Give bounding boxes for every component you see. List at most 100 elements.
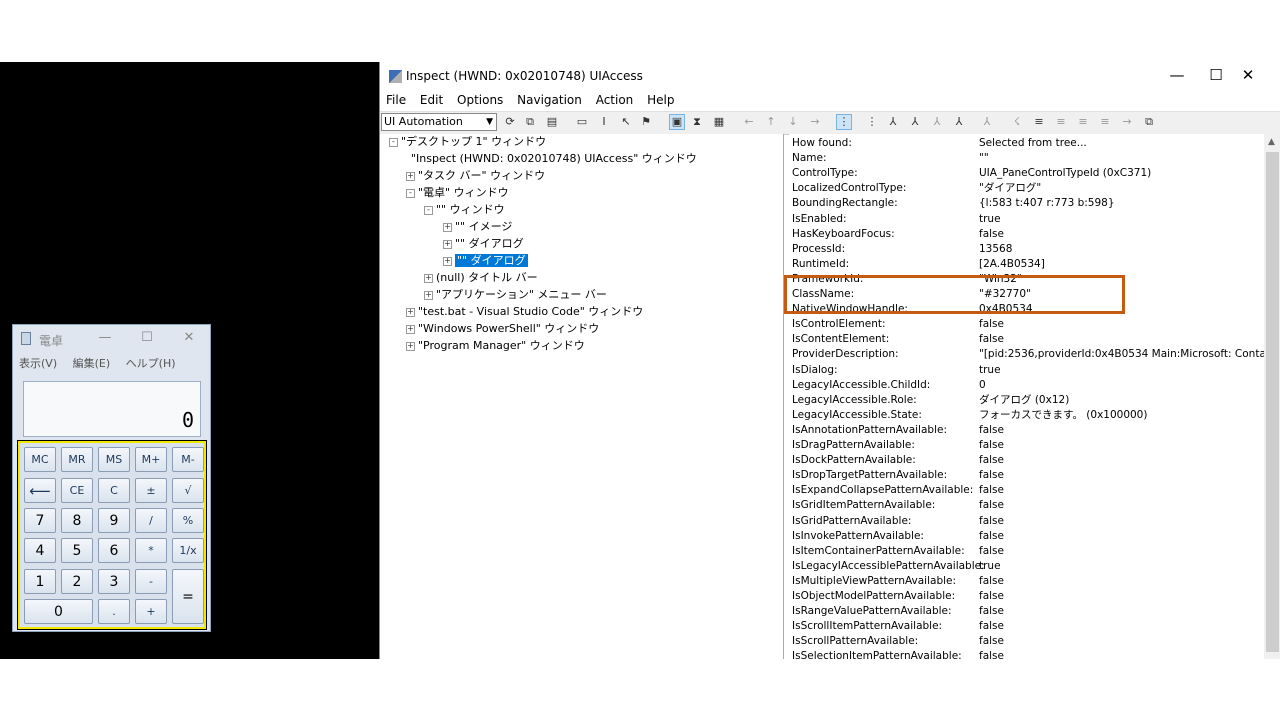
key-1[interactable]: 1 <box>24 569 56 594</box>
property-row[interactable]: IsGridItemPatternAvailable: false <box>792 498 1264 513</box>
key-8[interactable]: 8 <box>61 508 93 533</box>
select-icon[interactable]: ≡ <box>1076 115 1090 129</box>
tree-node-selected[interactable]: + "" ダイアログ <box>443 253 528 269</box>
expand-toggle[interactable]: + <box>406 324 415 334</box>
tree-node[interactable]: + (null) タイトル バー <box>424 270 538 286</box>
tree-node[interactable]: + "Program Manager" ウィンドウ <box>406 338 585 354</box>
key-6[interactable]: 6 <box>98 538 130 563</box>
nav-parent-icon[interactable]: ⋮ <box>865 115 879 129</box>
tree-node[interactable]: - "デスクトップ 1" ウィンドウ <box>389 134 546 150</box>
property-row[interactable]: IsRangeValuePatternAvailable: false <box>792 604 1264 619</box>
tree-node[interactable]: - "" ウィンドウ <box>424 202 505 218</box>
expand-toggle[interactable]: + <box>424 273 433 283</box>
expand-toggle[interactable]: + <box>443 239 452 249</box>
minimize-button[interactable]: — <box>95 330 115 345</box>
property-row[interactable]: IsContentElement: false <box>792 332 1264 347</box>
arrow-left-icon[interactable]: ← <box>742 115 756 129</box>
tree-node[interactable]: + "" ダイアログ <box>443 236 524 252</box>
scroll-thumb[interactable] <box>1266 152 1279 652</box>
property-row[interactable]: IsGridPatternAvailable: false <box>792 514 1264 529</box>
property-row[interactable]: RuntimeId: [2A.4B0534] <box>792 257 1264 272</box>
property-row[interactable]: HasKeyboardFocus: false <box>792 227 1264 242</box>
menu-options[interactable]: Options <box>457 93 503 107</box>
menu-navigation[interactable]: Navigation <box>517 93 582 107</box>
refresh-icon[interactable]: ⟳ <box>503 115 517 129</box>
menu-edit[interactable]: 編集(E) <box>73 357 111 370</box>
key-0[interactable]: 0 <box>24 599 93 624</box>
property-row[interactable]: IsScrollPatternAvailable: false <box>792 634 1264 649</box>
tree-node[interactable]: "Inspect (HWND: 0x02010748) UIAccess" ウィ… <box>411 151 697 167</box>
arrow-up-icon[interactable]: ↑ <box>764 115 778 129</box>
highlight-rect-icon[interactable]: ▣ <box>669 114 685 130</box>
key-ms[interactable]: MS <box>98 447 130 472</box>
scroll-up-icon[interactable]: ▲ <box>1268 137 1275 147</box>
expand-toggle[interactable]: + <box>406 171 415 181</box>
property-row[interactable]: IsDockPatternAvailable: false <box>792 453 1264 468</box>
tree-node[interactable]: + "Windows PowerShell" ウィンドウ <box>406 321 599 337</box>
key-mr[interactable]: MR <box>61 447 93 472</box>
property-row[interactable]: IsAnnotationPatternAvailable: false <box>792 423 1264 438</box>
property-row[interactable]: LegacyIAccessible.ChildId: 0 <box>792 378 1264 393</box>
tree-node[interactable]: + "" イメージ <box>443 219 512 235</box>
toggle-icon[interactable]: → <box>1120 115 1134 129</box>
property-row[interactable]: LegacyIAccessible.Role: ダイアログ (0x12) <box>792 393 1264 408</box>
key-m-minus[interactable]: M- <box>172 447 204 472</box>
key-ce[interactable]: CE <box>61 478 93 503</box>
menu-action[interactable]: Action <box>596 93 634 107</box>
key-add[interactable]: + <box>135 599 167 624</box>
key-c[interactable]: C <box>98 478 130 503</box>
property-row[interactable]: IsObjectModelPatternAvailable: false <box>792 589 1264 604</box>
properties-icon[interactable]: ▤ <box>545 115 559 129</box>
expand-toggle[interactable]: + <box>424 290 433 300</box>
property-row[interactable]: IsExpandCollapsePatternAvailable: false <box>792 483 1264 498</box>
copy-icon[interactable]: ⧉ <box>523 115 537 129</box>
nav-first-child-icon[interactable]: ⅄ <box>886 115 900 129</box>
property-row[interactable]: IsInvokePatternAvailable: false <box>792 529 1264 544</box>
nav-prev-sibling-icon[interactable]: ⅄ <box>930 115 944 129</box>
tree-node[interactable]: - "電卓" ウィンドウ <box>406 185 509 201</box>
key-4[interactable]: 4 <box>24 538 56 563</box>
watch-focus-icon[interactable]: ⚑ <box>639 115 653 129</box>
property-row[interactable]: ControlType: UIA_PaneControlTypeId (0xC37… <box>792 166 1264 181</box>
property-row[interactable]: IsScrollItemPatternAvailable: false <box>792 619 1264 634</box>
key-reciprocal[interactable]: 1/x <box>172 538 204 563</box>
key-multiply[interactable]: * <box>135 538 167 563</box>
key-equals[interactable]: = <box>172 569 204 624</box>
tree-node[interactable]: + "タスク バー" ウィンドウ <box>406 168 545 184</box>
menu-file[interactable]: File <box>386 93 406 107</box>
key-m-plus[interactable]: M+ <box>135 447 167 472</box>
nav-last-child-icon[interactable]: ⅄ <box>952 115 966 129</box>
expand-toggle[interactable]: + <box>406 307 415 317</box>
collapse-icon[interactable]: ≡ <box>1054 115 1068 129</box>
property-row[interactable]: LocalizedControlType: "ダイアログ" <box>792 181 1264 196</box>
expand-toggle[interactable]: + <box>406 341 415 351</box>
expand-toggle[interactable]: + <box>443 222 452 232</box>
mode-select[interactable]: UI Automation ▼ <box>381 113 497 131</box>
pointer-icon[interactable]: ↖ <box>619 115 633 129</box>
key-decimal[interactable]: . <box>98 599 130 624</box>
key-plus-minus[interactable]: ± <box>135 478 167 503</box>
key-7[interactable]: 7 <box>24 508 56 533</box>
key-3[interactable]: 3 <box>98 569 130 594</box>
close-button[interactable]: ✕ <box>179 330 199 345</box>
tree-view-icon[interactable]: ⋮ <box>836 114 852 130</box>
menu-view[interactable]: 表示(V) <box>19 357 57 370</box>
property-row[interactable]: BoundingRectangle: {l:583 t:407 r:773 b:5… <box>792 196 1264 211</box>
property-row[interactable]: Name: "" <box>792 151 1264 166</box>
property-row[interactable]: IsItemContainerPatternAvailable: false <box>792 544 1264 559</box>
key-backspace[interactable]: ⟵ <box>24 478 56 503</box>
expand-icon[interactable]: ≡ <box>1032 115 1046 129</box>
collapse-toggle[interactable]: - <box>424 205 433 215</box>
inspect-titlebar[interactable]: Inspect (HWND: 0x02010748) UIAccess — ☐ … <box>380 62 1280 90</box>
property-row[interactable]: IsMultipleViewPatternAvailable: false <box>792 574 1264 589</box>
property-row[interactable]: ProcessId: 13568 <box>792 242 1264 257</box>
menu-help[interactable]: ヘルプ(H) <box>126 357 176 370</box>
key-mc[interactable]: MC <box>24 447 56 472</box>
tree-node[interactable]: + "アプリケーション" メニュー バー <box>424 287 607 303</box>
menu-help[interactable]: Help <box>647 93 674 107</box>
tree-node[interactable]: + "test.bat - Visual Studio Code" ウィンドウ <box>406 304 643 320</box>
invoke-icon[interactable]: ☇ <box>1010 115 1024 129</box>
calculator-titlebar[interactable]: 電卓 — ☐ ✕ <box>13 325 210 353</box>
property-row[interactable]: IsEnabled: true <box>792 212 1264 227</box>
scroll-icon[interactable]: ≡ <box>1098 115 1112 129</box>
